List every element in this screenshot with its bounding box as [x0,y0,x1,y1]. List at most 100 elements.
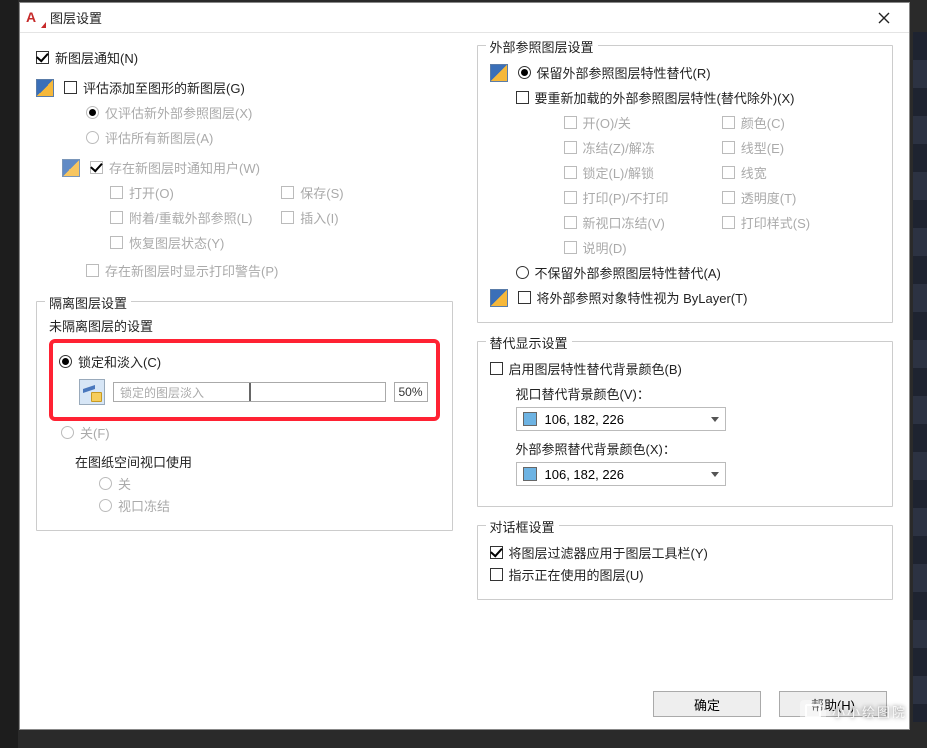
print-warning-label: 存在新图层时显示打印警告(P) [105,261,278,280]
notify-user-row: 存在新图层时通知用户(W) [36,158,453,177]
vp-bg-color-label: 视口替代背景颜色(V)： [490,384,881,403]
radio-checked-icon [86,106,99,119]
eval-added-row[interactable]: 评估添加至图形的新图层(G) [36,78,453,97]
use-off-row: 关 [49,474,440,493]
checkbox-icon [722,191,735,204]
enable-bg-row[interactable]: 启用图层特性替代背景颜色(B) [490,359,881,378]
layer-icon [490,289,508,307]
use-paper-vp-label: 在图纸空间视口使用 [49,452,440,471]
save-label: 保存(S) [300,183,343,202]
use-off-label: 关 [118,474,131,493]
new-vp-freeze-label: 新视口冻结(V) [583,213,665,232]
freeze-label: 冻结(Z)/解冻 [583,138,655,157]
titlebar: 图层设置 [20,3,909,33]
checkbox-icon [281,186,294,199]
right-column: 外部参照图层设置 保留外部参照图层特性替代(R) 要重新加载的外部参照图层特性(… [477,45,894,673]
treat-bylayer-row[interactable]: 将外部参照对象特性视为 ByLayer(T) [490,288,881,307]
eval-all-new-label: 评估所有新图层(A) [105,128,213,147]
xref-desc-row: 说明(D) [490,238,881,257]
fade-value[interactable]: 50% [394,382,428,402]
xref-props-5: 新视口冻结(V) 打印样式(S) [490,210,881,235]
checkbox-icon [281,211,294,224]
apply-filters-row[interactable]: 将图层过滤器应用于图层工具栏(Y) [490,543,881,562]
wechat-icon [800,700,826,722]
xref-props-2: 冻结(Z)/解冻 线型(E) [490,135,881,160]
window-title: 图层设置 [50,8,865,27]
layer-icon [62,159,80,177]
color-swatch-icon [523,467,537,481]
vp-bg-color-select[interactable]: 106, 182, 226 [516,407,726,431]
checkbox-icon [722,141,735,154]
transparency-label: 透明度(T) [741,188,797,207]
xref-bg-color-select[interactable]: 106, 182, 226 [516,462,726,486]
attach-reload-label: 附着/重载外部参照(L) [129,208,253,227]
indicate-in-use-row[interactable]: 指示正在使用的图层(U) [490,565,881,584]
restore-state-label: 恢复图层状态(Y) [129,233,224,252]
override-legend: 替代显示设置 [486,333,572,352]
retain-overrides-row[interactable]: 保留外部参照图层特性替代(R) [490,63,881,82]
new-layer-notify-label: 新图层通知(N) [55,48,138,67]
retain-overrides-label: 保留外部参照图层特性替代(R) [537,63,711,82]
on-off-label: 开(O)/关 [583,113,631,132]
slider-thumb-icon[interactable] [249,383,251,401]
override-fieldset: 替代显示设置 启用图层特性替代背景颜色(B) 视口替代背景颜色(V)： 106,… [477,341,894,507]
print-warning-row: 存在新图层时显示打印警告(P) [36,261,453,280]
xref-props-3: 锁定(L)/解锁 线宽 [490,160,881,185]
enable-bg-label: 启用图层特性替代背景颜色(B) [509,359,682,378]
xref-props-4: 打印(P)/不打印 透明度(T) [490,185,881,210]
notify-subopts-1: 打开(O) 保存(S) [36,180,453,205]
checkbox-icon [564,141,577,154]
left-column: 新图层通知(N) 评估添加至图形的新图层(G) 仅评估新外部参照图层(X) 评估… [36,45,453,673]
not-retain-row[interactable]: 不保留外部参照图层特性替代(A) [490,263,881,282]
isolate-fieldset: 隔离图层设置 未隔离图层的设置 锁定和淡入(C) 锁定的图层淡入 50% [36,301,453,531]
lock-layer-icon [79,379,105,405]
close-button[interactable] [865,4,903,32]
reload-props-label: 要重新加载的外部参照图层特性(替代除外)(X) [535,88,795,107]
plot-style-label: 打印样式(S) [741,213,810,232]
eval-added-label: 评估添加至图形的新图层(G) [83,78,245,97]
radio-icon [86,131,99,144]
checkbox-icon [564,241,577,254]
close-icon [878,12,890,24]
lock-label: 锁定(L)/解锁 [583,163,655,182]
radio-icon [61,426,74,439]
chevron-down-icon [711,472,719,477]
lock-fade-row[interactable]: 锁定和淡入(C) [59,352,428,371]
checkbox-icon [86,264,99,277]
vp-bg-color-value: 106, 182, 226 [545,412,625,427]
autocad-icon [26,9,44,27]
xref-fieldset: 外部参照图层设置 保留外部参照图层特性替代(R) 要重新加载的外部参照图层特性(… [477,45,894,323]
reload-props-row[interactable]: 要重新加载的外部参照图层特性(替代除外)(X) [490,88,881,107]
checkbox-icon [64,81,77,94]
layer-icon [490,64,508,82]
apply-filters-label: 将图层过滤器应用于图层工具栏(Y) [509,543,708,562]
xref-legend: 外部参照图层设置 [486,37,598,56]
ok-button[interactable]: 确定 [653,691,761,717]
layer-icon [36,79,54,97]
checkbox-icon [110,236,123,249]
checkbox-icon [564,191,577,204]
ok-label: 确定 [694,695,720,714]
xref-props-1: 开(O)/关 颜色(C) [490,110,881,135]
lineweight-label: 线宽 [741,163,767,182]
isolate-off-row[interactable]: 关(F) [49,423,440,442]
radio-icon [99,477,112,490]
linetype-label: 线型(E) [741,138,784,157]
color-swatch-icon [523,412,537,426]
notify-subopts-2: 附着/重载外部参照(L) 插入(I) [36,205,453,230]
checkbox-icon [110,186,123,199]
checkbox-icon [564,216,577,229]
checkbox-checked-icon [36,51,49,64]
desc-label: 说明(D) [583,238,627,257]
checkbox-icon [110,211,123,224]
not-retain-label: 不保留外部参照图层特性替代(A) [535,263,721,282]
checkbox-icon [722,116,735,129]
new-layer-notify-row[interactable]: 新图层通知(N) [36,48,453,67]
slider-placeholder: 锁定的图层淡入 [114,384,204,401]
notify-user-label: 存在新图层时通知用户(W) [109,158,260,177]
eval-all-new-row: 评估所有新图层(A) [36,128,453,147]
fade-slider[interactable]: 锁定的图层淡入 [113,382,386,402]
radio-icon [99,499,112,512]
button-row: 确定 帮助(H) [20,683,909,729]
dialog-fieldset: 对话框设置 将图层过滤器应用于图层工具栏(Y) 指示正在使用的图层(U) [477,525,894,600]
